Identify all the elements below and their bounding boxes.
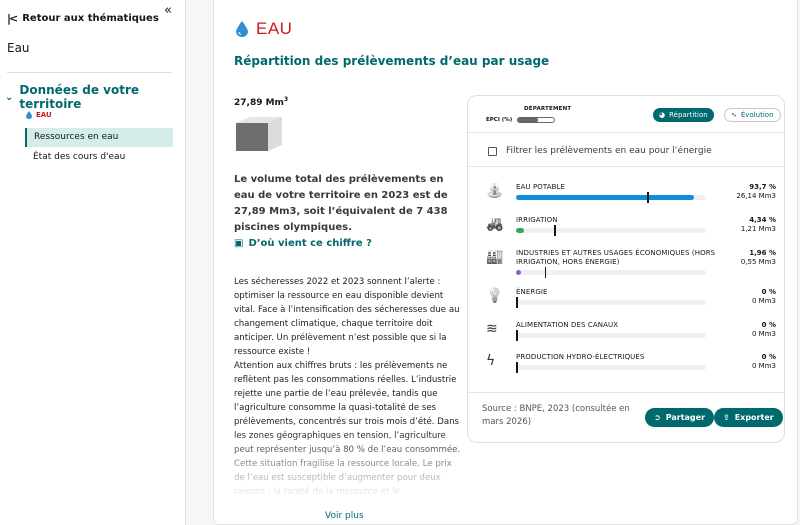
water-drop-icon bbox=[236, 21, 248, 37]
department-marker bbox=[544, 267, 546, 278]
department-marker bbox=[516, 362, 518, 373]
share-button[interactable]: ➲ Partager bbox=[645, 408, 715, 427]
back-arrow-icon: |< bbox=[7, 12, 18, 25]
factory-icon: 🏭 bbox=[486, 249, 504, 265]
explanation-paragraph: Les sécheresses 2022 et 2023 sonnent l’a… bbox=[234, 277, 460, 357]
divider bbox=[468, 392, 784, 393]
department-marker bbox=[516, 297, 518, 308]
summary-text: Le volume total des prélèvements en eau … bbox=[234, 174, 448, 233]
usage-bar-track bbox=[516, 330, 706, 341]
usage-percent: 4,34 % bbox=[749, 216, 776, 224]
divider bbox=[7, 72, 172, 73]
tractor-icon: 🚜 bbox=[486, 216, 504, 232]
department-marker bbox=[554, 225, 556, 236]
volume-cube-icon bbox=[236, 117, 282, 151]
sidebar: |< Retour aux thématiques « Eau ⌄ Donnée… bbox=[0, 0, 186, 525]
water-drop-icon bbox=[26, 111, 32, 119]
line-chart-icon: ∿ bbox=[731, 111, 737, 119]
total-volume-exponent: 3 bbox=[283, 96, 289, 103]
pie-chart-icon: ◕ bbox=[659, 111, 666, 119]
tab-repartition[interactable]: ◕ Répartition bbox=[653, 108, 714, 122]
usage-percent: 1,96 % bbox=[749, 249, 776, 257]
tab-evolution[interactable]: ∿ Évolution bbox=[724, 108, 781, 122]
usage-volume: 0 Mm3 bbox=[752, 362, 776, 370]
main-card: EAU Répartition des prélèvements d’eau p… bbox=[213, 0, 798, 525]
document-icon: ▣ bbox=[234, 238, 244, 249]
usage-label: Irrigation bbox=[516, 216, 558, 224]
usage-bar-track bbox=[516, 225, 706, 236]
usage-bar-track bbox=[516, 267, 706, 278]
usage-bar-track bbox=[516, 297, 706, 308]
chevron-down-icon: ⌄ bbox=[5, 91, 14, 103]
usage-volume: 26,14 Mm3 bbox=[736, 192, 776, 200]
usage-volume: 1,21 Mm3 bbox=[740, 225, 776, 233]
department-marker bbox=[516, 330, 518, 341]
usage-percent: 93,7 % bbox=[749, 183, 776, 191]
bulb-icon: 💡 bbox=[486, 288, 504, 304]
back-label: Retour aux thématiques bbox=[22, 13, 159, 24]
upload-icon: ⇪ bbox=[723, 413, 730, 422]
dept-label: DÉPARTEMENT bbox=[524, 106, 572, 112]
usage-percent: 0 % bbox=[761, 288, 776, 296]
epci-label: EPCI (%) bbox=[486, 117, 513, 123]
lightning-icon: ϟ bbox=[486, 353, 496, 369]
export-button[interactable]: ⇪ Exporter bbox=[714, 408, 783, 427]
usage-percent: 0 % bbox=[761, 321, 776, 329]
share-icon: ➲ bbox=[654, 413, 661, 422]
sidebar-nav: Ressources en eau bbox=[25, 128, 173, 147]
usage-label: Énergie bbox=[516, 288, 548, 296]
usage-label: Industries et autres usages économiques … bbox=[516, 249, 716, 266]
usage-volume: 0,55 Mm3 bbox=[740, 258, 776, 266]
usage-bar-fill bbox=[516, 270, 521, 275]
page-title-text: EAU bbox=[256, 19, 293, 38]
section-title: Répartition des prélèvements d’eau par u… bbox=[234, 54, 550, 68]
usage-label: Eau potable bbox=[516, 183, 566, 191]
source-info-label: D’où vient ce chiffre ? bbox=[248, 238, 372, 249]
comparison-toggle-row: EPCI (%) bbox=[486, 117, 556, 123]
tab-evolution-label: Évolution bbox=[740, 111, 774, 119]
usage-breakdown-panel: DÉPARTEMENT EPCI (%) ◕ Répartition ∿ Évo… bbox=[467, 95, 785, 443]
collapse-sidebar-icon[interactable]: « bbox=[164, 3, 172, 18]
sidebar-item-etat-cours-eau[interactable]: État des cours d'eau bbox=[25, 148, 125, 167]
department-marker bbox=[647, 192, 649, 203]
eau-tag-label: EAU bbox=[36, 111, 52, 119]
usage-bar-track bbox=[516, 362, 706, 373]
explanation-text: Les sécheresses 2022 et 2023 sonnent l’a… bbox=[234, 275, 462, 500]
total-volume-value: 27,89 Mm bbox=[234, 98, 284, 108]
energy-filter-checkbox[interactable]: Filtrer les prélèvements en eau pour l’é… bbox=[488, 146, 712, 156]
scale-toggle[interactable] bbox=[517, 117, 556, 123]
divider bbox=[468, 166, 784, 167]
sidebar-title: Eau bbox=[7, 41, 30, 55]
tab-repartition-label: Répartition bbox=[669, 111, 708, 119]
usage-bar-fill bbox=[516, 228, 525, 233]
back-to-themes-link[interactable]: |< Retour aux thématiques bbox=[7, 12, 159, 25]
usage-bar-track bbox=[516, 192, 706, 203]
source-info-link[interactable]: ▣ D’où vient ce chiffre ? bbox=[234, 238, 372, 249]
checkbox[interactable] bbox=[488, 146, 497, 156]
faucet-icon: ⛲ bbox=[486, 183, 504, 199]
divider bbox=[468, 132, 784, 133]
export-label: Exporter bbox=[734, 413, 774, 422]
usage-bar-fill bbox=[516, 195, 695, 200]
sidebar-item-ressources-en-eau[interactable]: Ressources en eau bbox=[27, 128, 173, 147]
territory-section-toggle[interactable]: ⌄ Données de votre territoire bbox=[5, 83, 185, 111]
usage-label: Alimentation des canaux bbox=[516, 321, 619, 329]
total-volume: 27,89 Mm3 bbox=[234, 96, 288, 108]
energy-filter-label: Filtrer les prélèvements en eau pour l’é… bbox=[506, 146, 712, 156]
eau-tag: EAU bbox=[26, 111, 52, 119]
explanation-paragraph: Attention aux chiffres bruts : les prélè… bbox=[234, 361, 461, 497]
waves-icon: ≋ bbox=[486, 321, 498, 337]
voir-plus-link[interactable]: Voir plus bbox=[325, 511, 364, 521]
usage-percent: 0 % bbox=[761, 353, 776, 361]
page-title: EAU bbox=[236, 19, 292, 39]
source-text: Source : BNPE, 2023 (consultée en mars 2… bbox=[482, 404, 630, 427]
share-label: Partager bbox=[665, 413, 706, 422]
usage-label: Production hydro-électriques bbox=[516, 353, 645, 361]
usage-volume: 0 Mm3 bbox=[752, 330, 776, 338]
territory-label: Données de votre territoire bbox=[19, 83, 140, 111]
usage-volume: 0 Mm3 bbox=[752, 297, 776, 305]
